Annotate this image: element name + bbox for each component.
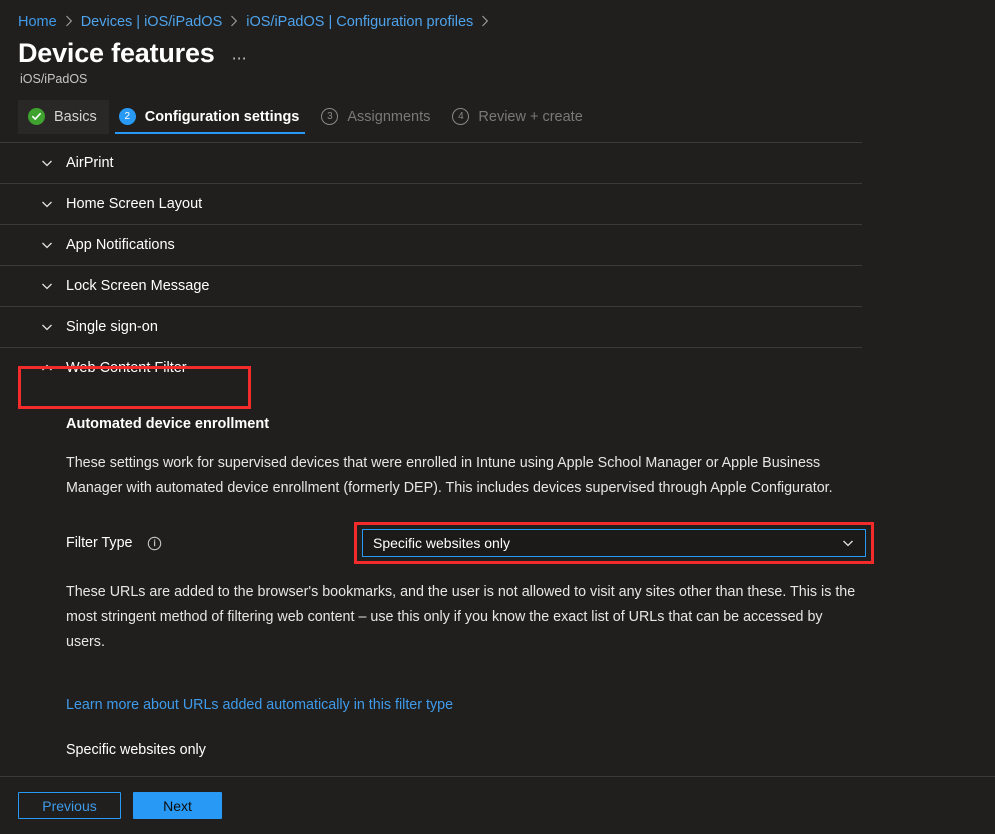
tab-assignments[interactable]: 3 Assignments [311,100,442,134]
tab-basics[interactable]: Basics [18,100,109,135]
section-lock-screen-message[interactable]: Lock Screen Message [0,265,862,306]
section-home-screen-layout-label: Home Screen Layout [66,196,203,213]
filter-type-tail-label: Specific websites only [66,742,206,759]
tab-basics-label: Basics [54,108,97,125]
step-number-badge: 2 [118,108,136,126]
page-subtitle: iOS/iPadOS [20,72,88,87]
filter-type-field: Filter Type Specific websites only [66,522,995,565]
page-title: Device features [18,38,215,68]
next-button[interactable]: Next [133,792,222,819]
breadcrumb-item-configuration-profiles[interactable]: iOS/iPadOS | Configuration profiles [246,14,473,30]
breadcrumb-item-devices[interactable]: Devices | iOS/iPadOS [81,14,223,30]
chevron-down-icon [40,279,54,293]
chevron-up-icon [40,361,54,375]
filter-type-selected-value: Specific websites only [373,535,510,552]
previous-button[interactable]: Previous [18,792,121,819]
filter-type-dropdown-wrapper: Specific websites only [354,522,874,565]
chevron-right-icon [65,15,73,27]
page-header: Device features ⋯ [0,30,995,69]
tab-assignments-label: Assignments [347,108,431,125]
filter-description: These URLs are added to the browser's bo… [66,584,856,651]
section-app-notifications-label: App Notifications [66,237,175,254]
section-web-content-filter-label: Web Content Filter [66,360,187,377]
settings-sections: AirPrint Home Screen Layout App Notifica… [0,142,995,388]
tab-review-create[interactable]: 4 Review + create [442,100,594,134]
learn-more-link[interactable]: Learn more about URLs added automaticall… [66,697,453,713]
step-number-badge: 3 [321,108,339,126]
section-home-screen-layout[interactable]: Home Screen Layout [0,183,862,224]
chevron-down-icon [40,238,54,252]
tab-configuration-settings-label: Configuration settings [144,108,300,125]
breadcrumb-item-home[interactable]: Home [18,14,57,30]
section-single-sign-on[interactable]: Single sign-on [0,306,862,347]
section-app-notifications[interactable]: App Notifications [0,224,862,265]
check-circle-icon [28,108,45,126]
section-single-sign-on-label: Single sign-on [66,319,158,336]
chevron-down-icon [40,320,54,334]
section-airprint[interactable]: AirPrint [0,142,862,183]
section-web-content-filter[interactable]: Web Content Filter [0,347,862,388]
info-icon[interactable] [147,536,162,551]
section-lock-screen-message-label: Lock Screen Message [66,278,210,295]
wizard-footer: Previous Next [0,777,995,834]
chevron-down-icon [40,197,54,211]
tab-review-create-label: Review + create [478,108,583,125]
step-number-badge: 4 [452,108,470,126]
chevron-down-icon [40,156,54,170]
wizard-tabs: Basics 2 Configuration settings 3 Assign… [0,98,995,135]
web-content-filter-panel: Automated device enrollment These settin… [0,416,995,758]
breadcrumb: Home Devices | iOS/iPadOS iOS/iPadOS | C… [0,0,995,30]
chevron-down-icon [841,536,855,550]
chevron-right-icon [481,15,489,27]
chevron-right-icon [230,15,238,27]
ellipsis-horizontal-icon[interactable]: ⋯ [232,51,249,66]
section-airprint-label: AirPrint [66,155,114,172]
panel-description: These settings work for supervised devic… [66,455,833,497]
filter-type-dropdown[interactable]: Specific websites only [362,529,866,558]
filter-type-label: Filter Type [66,535,133,552]
tab-configuration-settings[interactable]: 2 Configuration settings [109,100,312,135]
panel-heading: Automated device enrollment [66,416,270,433]
